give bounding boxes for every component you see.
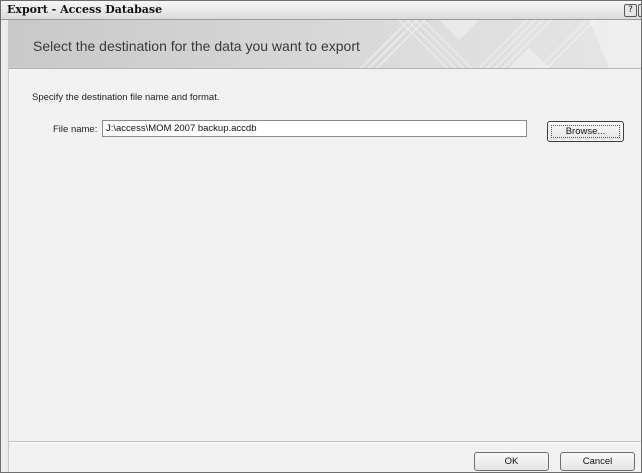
export-dialog: Export - Access Database ? ✕ [0,0,642,473]
help-icon[interactable]: ? [624,4,637,17]
title-bar: Export - Access Database ? ✕ [1,1,641,20]
cancel-button[interactable]: Cancel [560,452,635,471]
close-icon[interactable]: ✕ [638,4,641,17]
instruction-text: Specify the destination file name and fo… [32,92,220,103]
file-name-input[interactable] [102,120,527,137]
ok-button[interactable]: OK [474,452,549,471]
dialog-left-edge [1,20,9,472]
browse-button-label: Browse... [565,126,606,137]
browse-button[interactable]: Browse... [547,121,624,142]
window-title: Export - Access Database [7,3,163,16]
banner-heading: Select the destination for the data you … [33,38,360,54]
header-banner: Select the destination for the data you … [9,20,641,69]
footer-divider [9,441,641,443]
file-name-label: File name: [53,124,98,135]
